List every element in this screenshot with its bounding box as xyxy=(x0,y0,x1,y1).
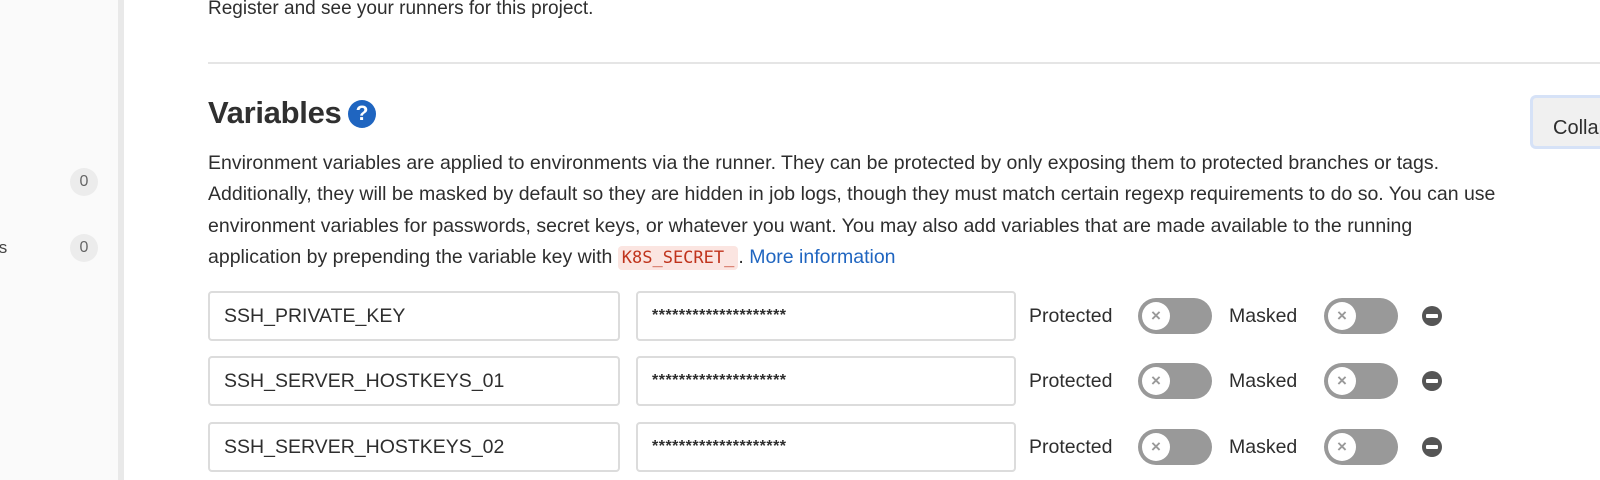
variable-key-input[interactable] xyxy=(208,422,620,472)
more-information-link[interactable]: More information xyxy=(749,246,895,268)
masked-toggle[interactable]: × xyxy=(1324,363,1398,399)
close-icon: × xyxy=(1142,302,1170,330)
variables-description: Environment variables are applied to env… xyxy=(208,148,1498,274)
variable-row: Protected × Masked × xyxy=(208,291,1468,341)
masked-toggle[interactable]: × xyxy=(1324,298,1398,334)
variable-key-input[interactable] xyxy=(208,291,620,341)
remove-variable-icon[interactable] xyxy=(1422,437,1442,457)
protected-toggle[interactable]: × xyxy=(1138,298,1212,334)
protected-label: Protected xyxy=(1029,370,1113,392)
variable-value-input[interactable] xyxy=(636,291,1016,341)
sidebar: 0 ts 0 xyxy=(0,0,124,480)
sidebar-item-2[interactable]: ts 0 xyxy=(0,230,118,264)
main-content: Register and see your runners for this p… xyxy=(208,0,1600,480)
masked-toggle[interactable]: × xyxy=(1324,429,1398,465)
close-icon: × xyxy=(1142,433,1170,461)
sidebar-item-count-badge: 0 xyxy=(70,168,98,196)
close-icon: × xyxy=(1328,302,1356,330)
protected-toggle[interactable]: × xyxy=(1138,363,1212,399)
close-icon: × xyxy=(1142,367,1170,395)
variable-value-input[interactable] xyxy=(636,422,1016,472)
sidebar-item-label: ts xyxy=(0,238,8,257)
protected-label: Protected xyxy=(1029,436,1113,458)
close-icon: × xyxy=(1328,367,1356,395)
protected-label: Protected xyxy=(1029,305,1113,327)
protected-toggle[interactable]: × xyxy=(1138,429,1212,465)
remove-variable-icon[interactable] xyxy=(1422,371,1442,391)
masked-label: Masked xyxy=(1229,370,1298,392)
runners-description: Register and see your runners for this p… xyxy=(208,0,594,19)
collapse-button[interactable]: Collapse xyxy=(1530,95,1600,149)
variable-value-input[interactable] xyxy=(636,356,1016,406)
close-icon: × xyxy=(1328,433,1356,461)
k8s-secret-prefix-code: K8S_SECRET_ xyxy=(617,245,739,270)
variables-title: Variables xyxy=(208,95,342,130)
section-divider xyxy=(208,62,1600,64)
masked-label: Masked xyxy=(1229,305,1298,327)
variable-key-input[interactable] xyxy=(208,356,620,406)
question-circle-icon[interactable]: ? xyxy=(348,100,376,128)
description-separator: . xyxy=(738,245,750,268)
variable-row: Protected × Masked × xyxy=(208,422,1468,472)
masked-label: Masked xyxy=(1229,436,1298,458)
variable-row: Protected × Masked × xyxy=(208,356,1468,406)
sidebar-item-1[interactable]: 0 xyxy=(0,164,118,198)
sidebar-item-count-badge: 0 xyxy=(70,234,98,262)
remove-variable-icon[interactable] xyxy=(1422,306,1442,326)
